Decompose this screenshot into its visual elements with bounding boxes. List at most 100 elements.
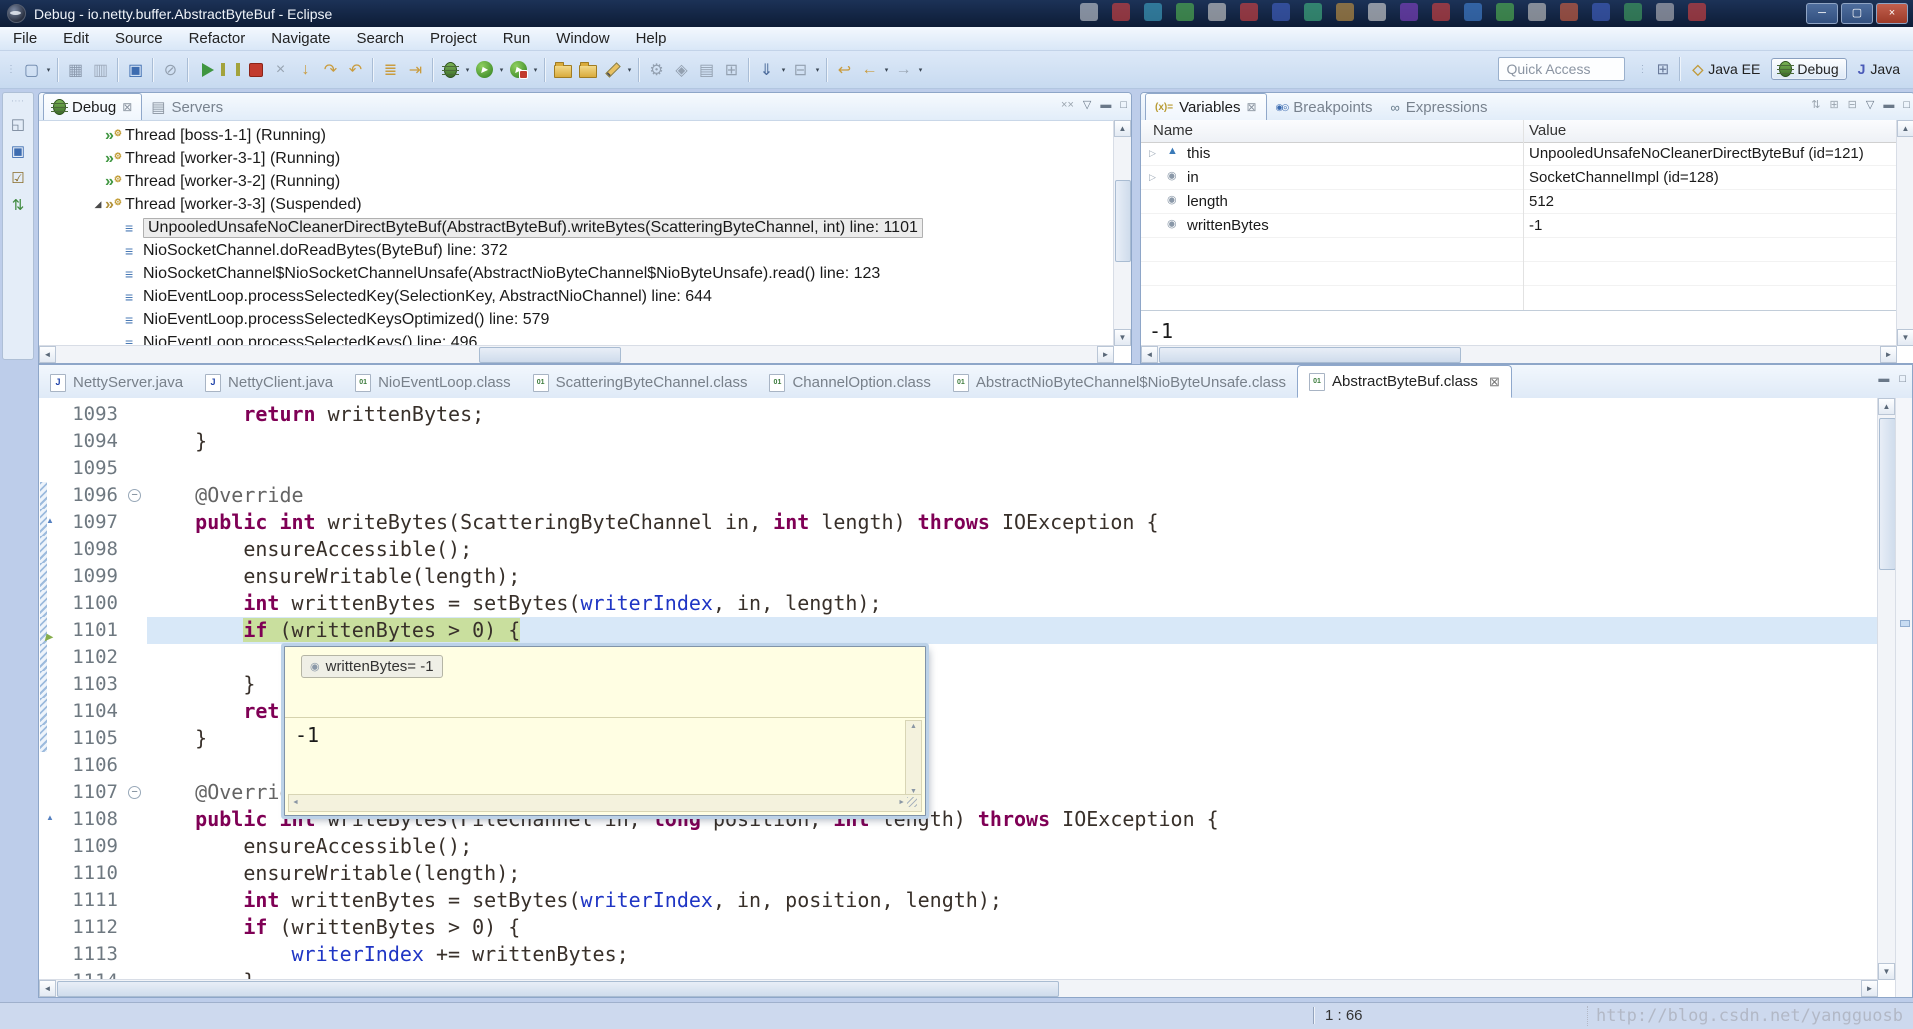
editor-horizontal-scrollbar[interactable]: ◄ ► bbox=[39, 979, 1878, 997]
terminate-icon[interactable] bbox=[243, 57, 268, 83]
taskbar-app-icon[interactable] bbox=[1336, 3, 1354, 21]
close-tab-icon[interactable]: ⊠ bbox=[1489, 374, 1500, 390]
variables-horizontal-scrollbar[interactable]: ◄ ► bbox=[1141, 345, 1897, 363]
tree-expander-icon[interactable]: ▷ bbox=[1149, 148, 1156, 159]
popup-vertical-scrollbar[interactable]: ▲ ▼ bbox=[905, 720, 922, 798]
line-number[interactable]: 1112 bbox=[56, 914, 125, 941]
collapse-icon[interactable]: − bbox=[128, 489, 141, 502]
view-menu-icon[interactable]: ▽ bbox=[1866, 98, 1874, 111]
stack-frame-row[interactable]: ≡ NioEventLoop.processSelectedKey(Selecti… bbox=[39, 285, 1114, 308]
line-number[interactable]: 1113 bbox=[56, 941, 125, 968]
taskbar-app-icon[interactable] bbox=[1144, 3, 1162, 21]
dropdown-arrow-icon[interactable]: ▾ bbox=[916, 66, 925, 74]
step-return-icon[interactable]: ↶ bbox=[343, 57, 368, 83]
taskbar-app-icon[interactable] bbox=[1112, 3, 1130, 21]
editor-vertical-scrollbar[interactable]: ▲ ▼ bbox=[1877, 398, 1896, 980]
line-number[interactable]: 1095 bbox=[56, 455, 125, 482]
scroll-left-arrow[interactable]: ◄ bbox=[292, 799, 299, 806]
perspective-java[interactable]: J Java bbox=[1851, 59, 1907, 79]
code-line[interactable]: ▲ 1097 public int writeBytes(ScatteringBy… bbox=[39, 509, 1878, 536]
taskbar-app-icon[interactable] bbox=[1592, 3, 1610, 21]
tab-debug[interactable]: Debug ⊠ bbox=[43, 93, 143, 120]
scroll-up-arrow[interactable]: ▲ bbox=[910, 723, 917, 730]
code-text[interactable]: if (writtenBytes > 0) { bbox=[147, 914, 1878, 941]
dropdown-arrow-icon[interactable]: ▾ bbox=[497, 66, 506, 74]
taskbar-app-icon[interactable] bbox=[1432, 3, 1450, 21]
collapse-icon[interactable]: − bbox=[128, 786, 141, 799]
edit-icon[interactable] bbox=[600, 57, 625, 83]
line-number[interactable]: 1096 bbox=[56, 482, 125, 509]
taskbar-app-icon[interactable] bbox=[1304, 3, 1322, 21]
stack-frame-row[interactable]: ≡ NioSocketChannel$NioSocketChannelUnsafe… bbox=[39, 262, 1114, 285]
stack-frame-row[interactable]: ≡ NioEventLoop.processSelectedKeysOptimiz… bbox=[39, 308, 1114, 331]
code-text[interactable]: writerIndex += writtenBytes; bbox=[147, 941, 1878, 968]
tab-variables[interactable]: (x)= Variables ⊠ bbox=[1145, 93, 1267, 120]
code-line[interactable]: 1109 ensureAccessible(); bbox=[39, 833, 1878, 860]
show-type-names-icon[interactable]: ⇅ bbox=[1811, 98, 1820, 111]
package-explorer-icon[interactable]: ▤ bbox=[694, 57, 719, 83]
thread-row[interactable]: » ⚙ Thread [worker-3-2] (Running) bbox=[39, 170, 1114, 193]
menu-navigate[interactable]: Navigate bbox=[258, 30, 343, 47]
taskbar-app-icon[interactable] bbox=[1464, 3, 1482, 21]
editor-tab-channeloption-class[interactable]: 01 ChannelOption.class bbox=[758, 367, 941, 398]
drag-handle[interactable]: ∙∙∙∙ bbox=[12, 96, 25, 106]
remove-terminated-icon[interactable]: ×× bbox=[1061, 99, 1074, 111]
line-number[interactable]: 1097 bbox=[56, 509, 125, 536]
tab-servers[interactable]: ▤ Servers bbox=[142, 94, 232, 120]
maximize-view-icon[interactable]: □ bbox=[1120, 99, 1127, 111]
overview-ruler[interactable] bbox=[1895, 398, 1912, 997]
scroll-down-arrow[interactable]: ▼ bbox=[1897, 329, 1913, 346]
dropdown-arrow-icon[interactable]: ▾ bbox=[44, 66, 53, 74]
editor-tab-nettyclient-java[interactable]: J NettyClient.java bbox=[194, 367, 344, 398]
scroll-down-arrow[interactable]: ▼ bbox=[1878, 963, 1895, 980]
taskbar-app-icon[interactable] bbox=[1400, 3, 1418, 21]
code-line[interactable]: 1094 } bbox=[39, 428, 1878, 455]
editor-tab-nioeventloop-class[interactable]: 01 NioEventLoop.class bbox=[344, 367, 522, 398]
scroll-right-arrow[interactable]: ► bbox=[898, 799, 905, 806]
step-over-icon[interactable]: ↷ bbox=[318, 57, 343, 83]
line-number[interactable]: 1111 bbox=[56, 887, 125, 914]
skip-breakpoints-icon[interactable]: ⊘ bbox=[158, 57, 183, 83]
perspective-debug[interactable]: Debug bbox=[1771, 58, 1847, 80]
line-number[interactable]: 1103 bbox=[56, 671, 125, 698]
restore-views-icon[interactable]: ◱ bbox=[11, 115, 25, 133]
dropdown-arrow-icon[interactable]: ▾ bbox=[779, 66, 788, 74]
detail-pane-divider[interactable] bbox=[1141, 310, 1897, 311]
editor-tab-nettyserver-java[interactable]: J NettyServer.java bbox=[39, 367, 194, 398]
code-text[interactable]: return writtenBytes; bbox=[147, 401, 1878, 428]
code-line[interactable]: 1096− @Override bbox=[39, 482, 1878, 509]
debug-vertical-scrollbar[interactable]: ▲ ▼ bbox=[1113, 120, 1131, 346]
menu-edit[interactable]: Edit bbox=[50, 30, 102, 47]
taskbar-app-icon[interactable] bbox=[1528, 3, 1546, 21]
scroll-left-arrow[interactable]: ◄ bbox=[39, 980, 56, 997]
scroll-right-arrow[interactable]: ► bbox=[1097, 346, 1114, 363]
maximize-view-icon[interactable]: □ bbox=[1903, 99, 1910, 111]
code-text[interactable]: int writtenBytes = setBytes(writerIndex,… bbox=[147, 590, 1878, 617]
popup-resize-grip[interactable] bbox=[907, 797, 917, 807]
synchronize-view-icon[interactable]: ⇅ bbox=[11, 196, 25, 214]
taskbar-app-icon[interactable] bbox=[1560, 3, 1578, 21]
menu-search[interactable]: Search bbox=[343, 30, 417, 47]
menu-file[interactable]: File bbox=[0, 30, 50, 47]
code-text[interactable]: @Override bbox=[147, 482, 1878, 509]
code-text[interactable]: public int writeBytes(ScatteringByteChan… bbox=[147, 509, 1878, 536]
code-text[interactable]: ensureAccessible(); bbox=[147, 536, 1878, 563]
minimize-button[interactable]: ─ bbox=[1806, 3, 1838, 24]
variable-row[interactable]: ◉ length 512 bbox=[1141, 190, 1897, 214]
line-number[interactable]: 1110 bbox=[56, 860, 125, 887]
line-number[interactable]: 1094 bbox=[56, 428, 125, 455]
editor-tab-abstractniobytechannel-niobyteunsafe-class[interactable]: 01 AbstractNioByteChannel$NioByteUnsafe.c… bbox=[942, 367, 1297, 398]
line-number[interactable]: 1106 bbox=[56, 752, 125, 779]
taskbar-app-icon[interactable] bbox=[1688, 3, 1706, 21]
popup-variable-chip[interactable]: writtenBytes= -1 bbox=[301, 655, 443, 678]
import-folder-icon[interactable] bbox=[575, 57, 600, 83]
minimize-editor-icon[interactable]: ▬ bbox=[1878, 373, 1889, 385]
scroll-up-arrow[interactable]: ▲ bbox=[1114, 120, 1131, 137]
popup-horizontal-scrollbar[interactable]: ◄ ► bbox=[288, 794, 922, 812]
open-folder-icon[interactable] bbox=[550, 57, 575, 83]
dropdown-arrow-icon[interactable]: ▾ bbox=[531, 66, 540, 74]
taskbar-app-icon[interactable] bbox=[1496, 3, 1514, 21]
code-text[interactable]: ensureWritable(length); bbox=[147, 563, 1878, 590]
menu-window[interactable]: Window bbox=[543, 30, 622, 47]
taskbar-app-icon[interactable] bbox=[1368, 3, 1386, 21]
